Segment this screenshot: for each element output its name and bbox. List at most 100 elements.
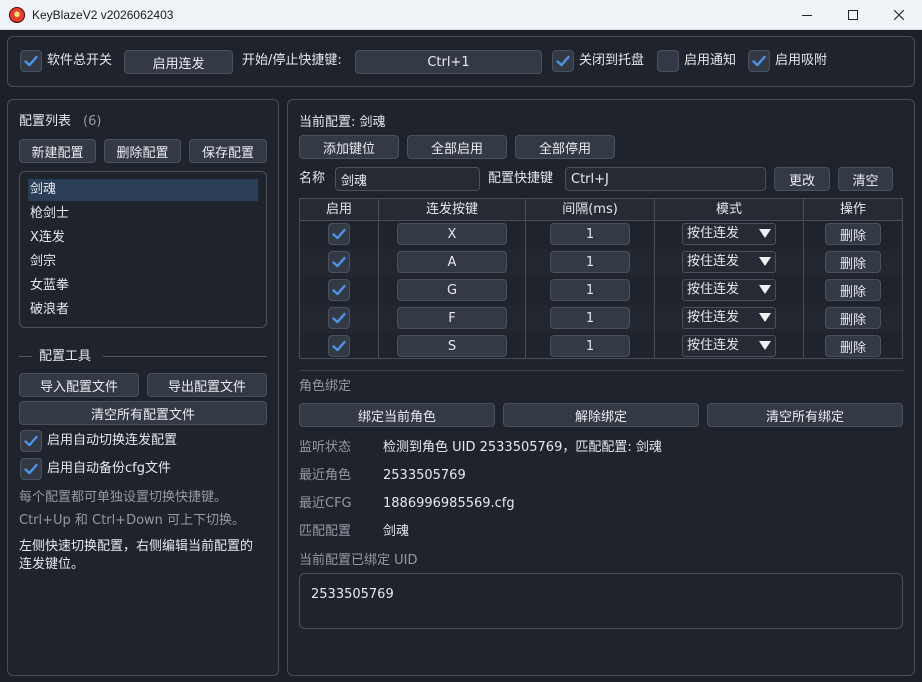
info-value: 检测到角色 UID 2533505769，匹配配置: 剑魂 [383, 440, 662, 455]
column-divider [803, 199, 804, 358]
mode-select[interactable]: 按住连发 [682, 307, 776, 329]
row-enable-checkbox[interactable] [328, 335, 350, 357]
interval-input[interactable]: 1 [550, 223, 630, 245]
delete-row-button[interactable]: 删除 [825, 279, 881, 301]
new-config-button[interactable]: 新建配置 [19, 139, 96, 163]
mode-select[interactable]: 按住连发 [682, 251, 776, 273]
tools-title: 配置工具 [39, 349, 92, 364]
add-key-button[interactable]: 添加键位 [299, 135, 399, 159]
config-list-item[interactable]: 女蓝拳 [28, 275, 258, 297]
burst-key-button[interactable]: S [397, 335, 507, 357]
interval-input[interactable]: 1 [550, 335, 630, 357]
key-table: 启用 连发按键 间隔(ms) 模式 操作 X 1 按住连发 删除 A 1 按住连… [299, 198, 903, 359]
enable-snap-checkbox[interactable] [748, 50, 770, 72]
change-hotkey-button[interactable]: 更改 [774, 167, 830, 191]
disable-all-button[interactable]: 全部停用 [515, 135, 615, 159]
interval-input[interactable]: 1 [550, 307, 630, 329]
mode-select-value: 按住连发 [687, 338, 740, 353]
title-bar: KeyBlazeV2 v2026062403 [0, 0, 922, 30]
config-list[interactable]: 剑魂 枪剑士 X连发 剑宗 女蓝拳 破浪者 [19, 171, 267, 328]
mode-select-value: 按住连发 [687, 282, 740, 297]
row-enable-checkbox[interactable] [328, 307, 350, 329]
config-list-item[interactable]: X连发 [28, 227, 258, 249]
config-list-item[interactable]: 枪剑士 [28, 203, 258, 225]
mode-select-value: 按住连发 [687, 310, 740, 325]
clear-all-bindings-button[interactable]: 清空所有绑定 [707, 403, 903, 427]
config-hotkey-input[interactable]: Ctrl+J [565, 167, 766, 191]
clear-all-configs-button[interactable]: 清空所有配置文件 [19, 401, 267, 425]
mode-select-value: 按住连发 [687, 254, 740, 269]
config-count: (6) [83, 114, 102, 129]
window-title: KeyBlazeV2 v2026062403 [32, 7, 174, 22]
enable-notify-checkbox[interactable] [657, 50, 679, 72]
mode-select[interactable]: 按住连发 [682, 335, 776, 357]
config-name-input[interactable]: 剑魂 [335, 167, 480, 191]
enable-notify-label: 启用通知 [684, 53, 737, 68]
chevron-down-icon [759, 257, 771, 266]
delete-config-button[interactable]: 删除配置 [104, 139, 181, 163]
info-value: 1886996985569.cfg [383, 496, 515, 511]
burst-key-button[interactable]: A [397, 251, 507, 273]
clear-hotkey-button[interactable]: 清空 [838, 167, 893, 191]
bound-uid-label: 当前配置已绑定 UID [299, 553, 418, 568]
config-hotkey-label: 配置快捷键 [488, 171, 554, 186]
row-enable-checkbox[interactable] [328, 223, 350, 245]
checkmark-icon [332, 312, 346, 324]
row-enable-checkbox[interactable] [328, 279, 350, 301]
mode-select-value: 按住连发 [687, 226, 740, 241]
column-header: 启用 [325, 202, 352, 217]
info-label: 最近角色 [299, 468, 352, 483]
close-to-tray-checkbox[interactable] [552, 50, 574, 72]
master-switch-checkbox[interactable] [20, 50, 42, 72]
burst-key-button[interactable]: G [397, 279, 507, 301]
config-list-item[interactable]: 剑宗 [28, 251, 258, 273]
delete-row-button[interactable]: 删除 [825, 307, 881, 329]
interval-input[interactable]: 1 [550, 279, 630, 301]
config-list-title: 配置列表 [19, 114, 72, 129]
interval-input[interactable]: 1 [550, 251, 630, 273]
column-header: 间隔(ms) [562, 202, 618, 217]
info-label: 监听状态 [299, 440, 352, 455]
mode-select[interactable]: 按住连发 [682, 279, 776, 301]
divider [299, 370, 903, 371]
export-config-button[interactable]: 导出配置文件 [147, 373, 267, 397]
save-config-button[interactable]: 保存配置 [189, 139, 267, 163]
name-label: 名称 [299, 171, 326, 186]
delete-row-button[interactable]: 删除 [825, 251, 881, 273]
import-config-button[interactable]: 导入配置文件 [19, 373, 139, 397]
hotkey-input[interactable]: Ctrl+1 [355, 50, 542, 74]
minimize-button[interactable] [784, 0, 830, 30]
bound-uid-textarea[interactable]: 2533505769 [299, 573, 903, 629]
master-switch-label: 软件总开关 [47, 53, 113, 68]
binding-title: 角色绑定 [299, 379, 352, 394]
hint-text: Ctrl+Up 和 Ctrl+Down 可上下切换。 [19, 513, 246, 528]
config-list-item[interactable]: 破浪者 [28, 299, 258, 321]
maximize-button[interactable] [830, 0, 876, 30]
mode-select[interactable]: 按住连发 [682, 223, 776, 245]
column-header: 操作 [839, 202, 866, 217]
auto-switch-checkbox[interactable] [20, 430, 42, 452]
minimize-icon [802, 15, 812, 16]
auto-backup-checkbox[interactable] [20, 458, 42, 480]
hint-text: 左侧快速切换配置，右侧编辑当前配置的 [19, 539, 254, 554]
info-value: 2533505769 [383, 468, 466, 483]
bound-uid-value: 2533505769 [311, 587, 394, 602]
burst-key-button[interactable]: F [397, 307, 507, 329]
delete-row-button[interactable]: 删除 [825, 335, 881, 357]
burst-key-button[interactable]: X [397, 223, 507, 245]
chevron-down-icon [759, 341, 771, 350]
delete-row-button[interactable]: 删除 [825, 223, 881, 245]
hotkey-label: 开始/停止快捷键: [242, 53, 342, 68]
enable-burst-button[interactable]: 启用连发 [124, 50, 233, 74]
chevron-down-icon [759, 313, 771, 322]
unbind-button[interactable]: 解除绑定 [503, 403, 699, 427]
hint-text: 每个配置都可单独设置切换快捷键。 [19, 490, 228, 505]
config-list-item[interactable]: 剑魂 [28, 179, 258, 201]
column-divider [525, 199, 526, 358]
checkmark-icon [24, 435, 38, 447]
enable-all-button[interactable]: 全部启用 [407, 135, 507, 159]
bind-current-role-button[interactable]: 绑定当前角色 [299, 403, 495, 427]
table-header: 启用 连发按键 间隔(ms) 模式 操作 [300, 199, 902, 221]
row-enable-checkbox[interactable] [328, 251, 350, 273]
close-button[interactable] [876, 0, 922, 30]
